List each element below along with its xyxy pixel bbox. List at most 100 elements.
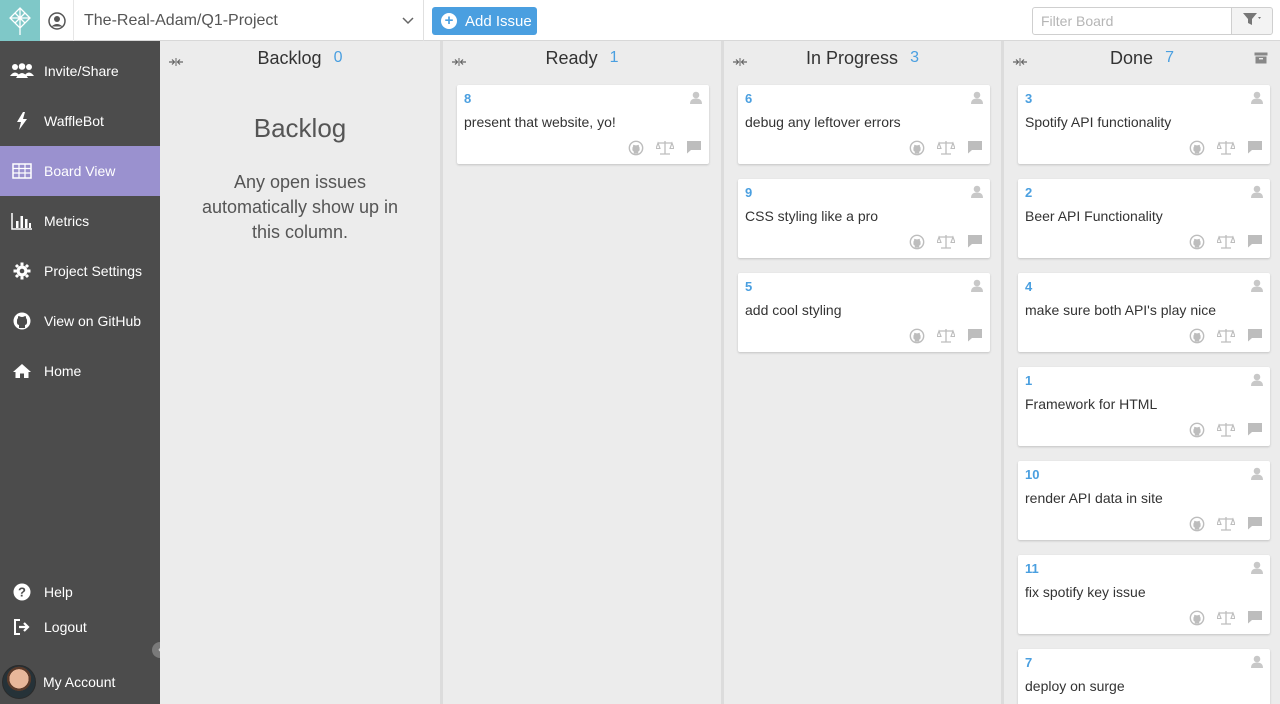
issue-card[interactable]: 9 CSS styling like a pro bbox=[738, 179, 990, 258]
comment-icon[interactable] bbox=[1247, 516, 1263, 537]
comment-icon[interactable] bbox=[967, 140, 983, 161]
issue-card[interactable]: 8 present that website, yo! bbox=[457, 85, 709, 164]
github-icon[interactable] bbox=[1189, 422, 1205, 443]
github-icon[interactable] bbox=[1189, 140, 1205, 161]
waffle-logo-icon[interactable] bbox=[0, 0, 40, 41]
card-actions bbox=[1189, 610, 1263, 631]
comment-icon[interactable] bbox=[967, 328, 983, 349]
github-icon[interactable] bbox=[909, 140, 925, 161]
issue-card[interactable]: 10 render API data in site bbox=[1018, 461, 1270, 540]
comment-icon[interactable] bbox=[1247, 234, 1263, 255]
assignee-icon[interactable] bbox=[971, 279, 983, 297]
comment-icon[interactable] bbox=[967, 234, 983, 255]
sidebar-item-wafflebot[interactable]: WaffleBot bbox=[0, 96, 160, 146]
assignee-icon[interactable] bbox=[971, 185, 983, 203]
issue-number[interactable]: 10 bbox=[1025, 467, 1039, 482]
github-icon[interactable] bbox=[909, 234, 925, 255]
sidebar-item-label: Project Settings bbox=[44, 263, 143, 279]
scale-icon[interactable] bbox=[1216, 234, 1236, 255]
sidebar-item-label: Board View bbox=[44, 163, 116, 179]
scale-icon[interactable] bbox=[1216, 328, 1236, 349]
issue-card[interactable]: 11 fix spotify key issue bbox=[1018, 555, 1270, 634]
filter-button[interactable] bbox=[1231, 7, 1273, 35]
issue-number[interactable]: 9 bbox=[745, 185, 752, 200]
issue-number[interactable]: 2 bbox=[1025, 185, 1032, 200]
sidebar-item-metrics[interactable]: Metrics bbox=[0, 196, 160, 246]
column-backlog: Backlog 0 Backlog Any open issues automa… bbox=[160, 41, 440, 704]
github-icon[interactable] bbox=[909, 328, 925, 349]
github-icon bbox=[0, 312, 44, 330]
issue-number[interactable]: 1 bbox=[1025, 373, 1032, 388]
sidebar-item-label: Home bbox=[44, 363, 82, 379]
scale-icon[interactable] bbox=[1216, 516, 1236, 537]
scale-icon[interactable] bbox=[936, 328, 956, 349]
issue-card[interactable]: 6 debug any leftover errors bbox=[738, 85, 990, 164]
avatar bbox=[2, 664, 36, 699]
github-icon[interactable] bbox=[1189, 516, 1205, 537]
gear-icon bbox=[0, 262, 44, 280]
assignee-icon[interactable] bbox=[1251, 185, 1263, 203]
add-issue-label: Add Issue bbox=[465, 12, 532, 30]
assignee-icon[interactable] bbox=[1251, 561, 1263, 579]
github-icon[interactable] bbox=[1189, 234, 1205, 255]
github-icon[interactable] bbox=[628, 140, 644, 161]
my-account[interactable]: My Account bbox=[0, 659, 160, 704]
sidebar-item-board-view[interactable]: Board View bbox=[0, 146, 160, 196]
github-icon[interactable] bbox=[1189, 610, 1205, 631]
collapse-column-icon[interactable] bbox=[168, 53, 184, 71]
comment-icon[interactable] bbox=[1247, 140, 1263, 161]
issue-number[interactable]: 11 bbox=[1025, 561, 1039, 576]
scale-icon[interactable] bbox=[936, 140, 956, 161]
assignee-icon[interactable] bbox=[1251, 279, 1263, 297]
sidebar-item-label: Invite/Share bbox=[44, 63, 119, 79]
comment-icon[interactable] bbox=[1247, 328, 1263, 349]
repo-selector[interactable]: The-Real-Adam/Q1-Project bbox=[40, 0, 424, 41]
issue-number[interactable]: 5 bbox=[745, 279, 752, 294]
sidebar-item-view-on-github[interactable]: View on GitHub bbox=[0, 296, 160, 346]
card-actions bbox=[628, 140, 702, 161]
issue-card[interactable]: 7 deploy on surge bbox=[1018, 649, 1270, 704]
collapse-column-icon[interactable] bbox=[451, 53, 467, 71]
scale-icon[interactable] bbox=[1216, 140, 1236, 161]
filter-board-input[interactable] bbox=[1032, 7, 1232, 35]
sidebar-item-help[interactable]: ? Help bbox=[0, 574, 160, 609]
scale-icon[interactable] bbox=[1216, 422, 1236, 443]
sidebar-item-home[interactable]: Home bbox=[0, 346, 160, 396]
add-issue-button[interactable]: + Add Issue bbox=[432, 7, 537, 35]
archive-icon[interactable] bbox=[1254, 51, 1268, 69]
card-actions bbox=[1189, 234, 1263, 255]
sidebar-item-logout[interactable]: Logout bbox=[0, 609, 160, 644]
issue-number[interactable]: 3 bbox=[1025, 91, 1032, 106]
repo-name: The-Real-Adam/Q1-Project bbox=[84, 11, 278, 29]
issue-card[interactable]: 1 Framework for HTML bbox=[1018, 367, 1270, 446]
assignee-icon[interactable] bbox=[690, 91, 702, 109]
issue-card[interactable]: 4 make sure both API's play nice bbox=[1018, 273, 1270, 352]
issue-number[interactable]: 8 bbox=[464, 91, 471, 106]
issue-card[interactable]: 5 add cool styling bbox=[738, 273, 990, 352]
scale-icon[interactable] bbox=[936, 234, 956, 255]
github-icon[interactable] bbox=[1189, 328, 1205, 349]
collapse-column-icon[interactable] bbox=[1012, 53, 1028, 71]
issue-card[interactable]: 2 Beer API Functionality bbox=[1018, 179, 1270, 258]
bolt-icon bbox=[0, 112, 44, 130]
svg-text:?: ? bbox=[18, 584, 26, 599]
assignee-icon[interactable] bbox=[1251, 467, 1263, 485]
assignee-icon[interactable] bbox=[1251, 91, 1263, 109]
scale-icon[interactable] bbox=[1216, 610, 1236, 631]
scale-icon[interactable] bbox=[655, 140, 675, 161]
issue-number[interactable]: 6 bbox=[745, 91, 752, 106]
issue-number[interactable]: 7 bbox=[1025, 655, 1032, 670]
issue-number[interactable]: 4 bbox=[1025, 279, 1032, 294]
assignee-icon[interactable] bbox=[971, 91, 983, 109]
comment-icon[interactable] bbox=[686, 140, 702, 161]
collapse-column-icon[interactable] bbox=[732, 53, 748, 71]
assignee-icon[interactable] bbox=[1251, 373, 1263, 391]
column-title: In Progress bbox=[806, 47, 899, 68]
home-icon bbox=[0, 363, 44, 379]
sidebar-item-invite-share[interactable]: Invite/Share bbox=[0, 46, 160, 96]
sidebar-item-project-settings[interactable]: Project Settings bbox=[0, 246, 160, 296]
issue-card[interactable]: 3 Spotify API functionality bbox=[1018, 85, 1270, 164]
comment-icon[interactable] bbox=[1247, 610, 1263, 631]
assignee-icon[interactable] bbox=[1251, 655, 1263, 673]
comment-icon[interactable] bbox=[1247, 422, 1263, 443]
